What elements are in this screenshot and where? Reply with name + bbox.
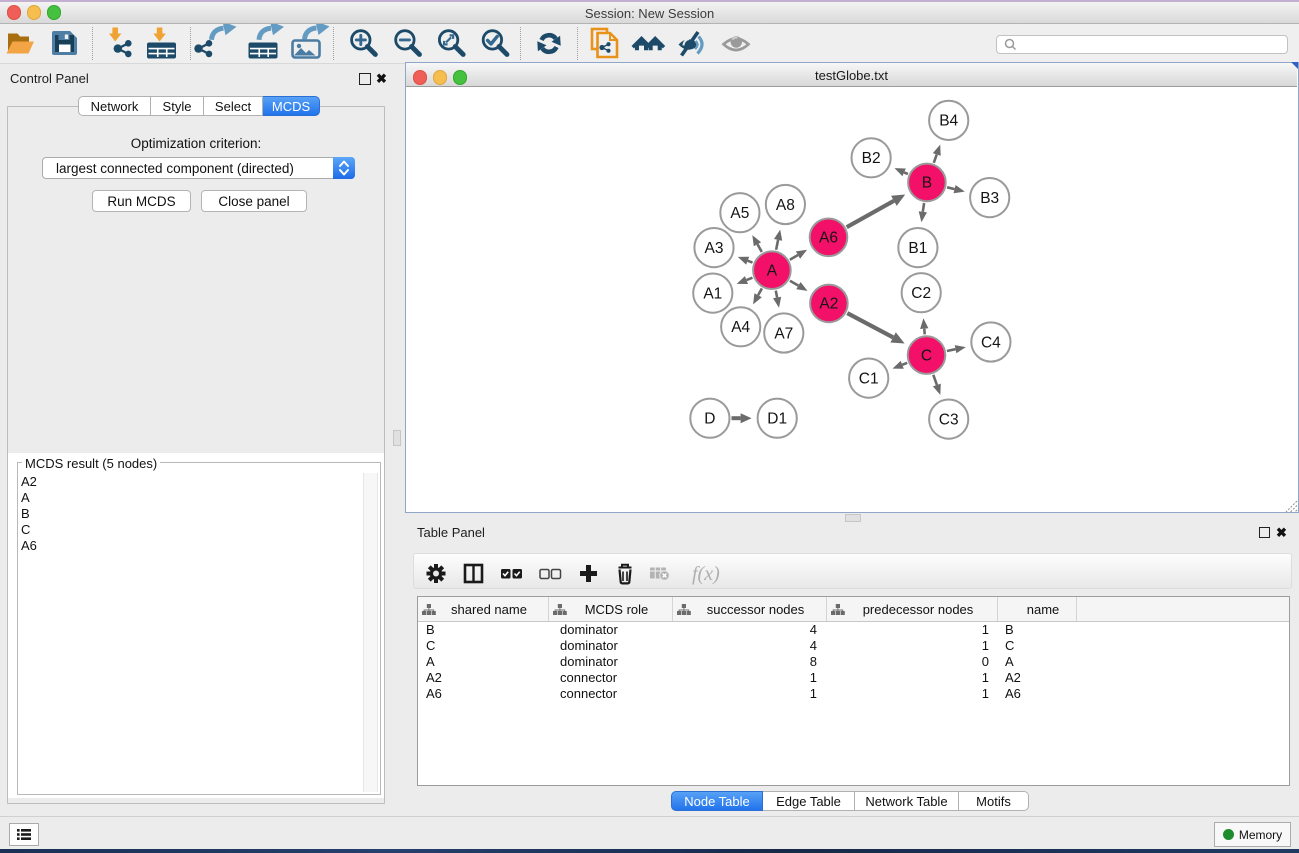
svg-text:B4: B4 (939, 113, 958, 130)
svg-text:C4: C4 (981, 334, 1001, 351)
svg-text:B: B (922, 175, 932, 192)
svg-text:A3: A3 (705, 240, 724, 257)
svg-text:A1: A1 (703, 285, 722, 302)
svg-text:A: A (767, 263, 778, 280)
svg-text:A6: A6 (819, 230, 838, 247)
svg-text:C2: C2 (911, 285, 931, 302)
svg-text:A5: A5 (730, 205, 749, 222)
svg-text:D: D (704, 411, 715, 428)
svg-text:D1: D1 (767, 411, 787, 428)
svg-text:C1: C1 (859, 370, 879, 387)
svg-text:A2: A2 (819, 296, 838, 313)
svg-text:f(x): f(x) (692, 563, 720, 585)
svg-text:C3: C3 (939, 411, 959, 428)
svg-text:A7: A7 (774, 325, 793, 342)
svg-text:B1: B1 (908, 240, 927, 257)
svg-text:A8: A8 (776, 197, 795, 214)
svg-text:B2: B2 (862, 150, 881, 167)
svg-text:C: C (921, 347, 932, 364)
svg-text:B3: B3 (980, 190, 999, 207)
svg-text:A4: A4 (731, 319, 750, 336)
